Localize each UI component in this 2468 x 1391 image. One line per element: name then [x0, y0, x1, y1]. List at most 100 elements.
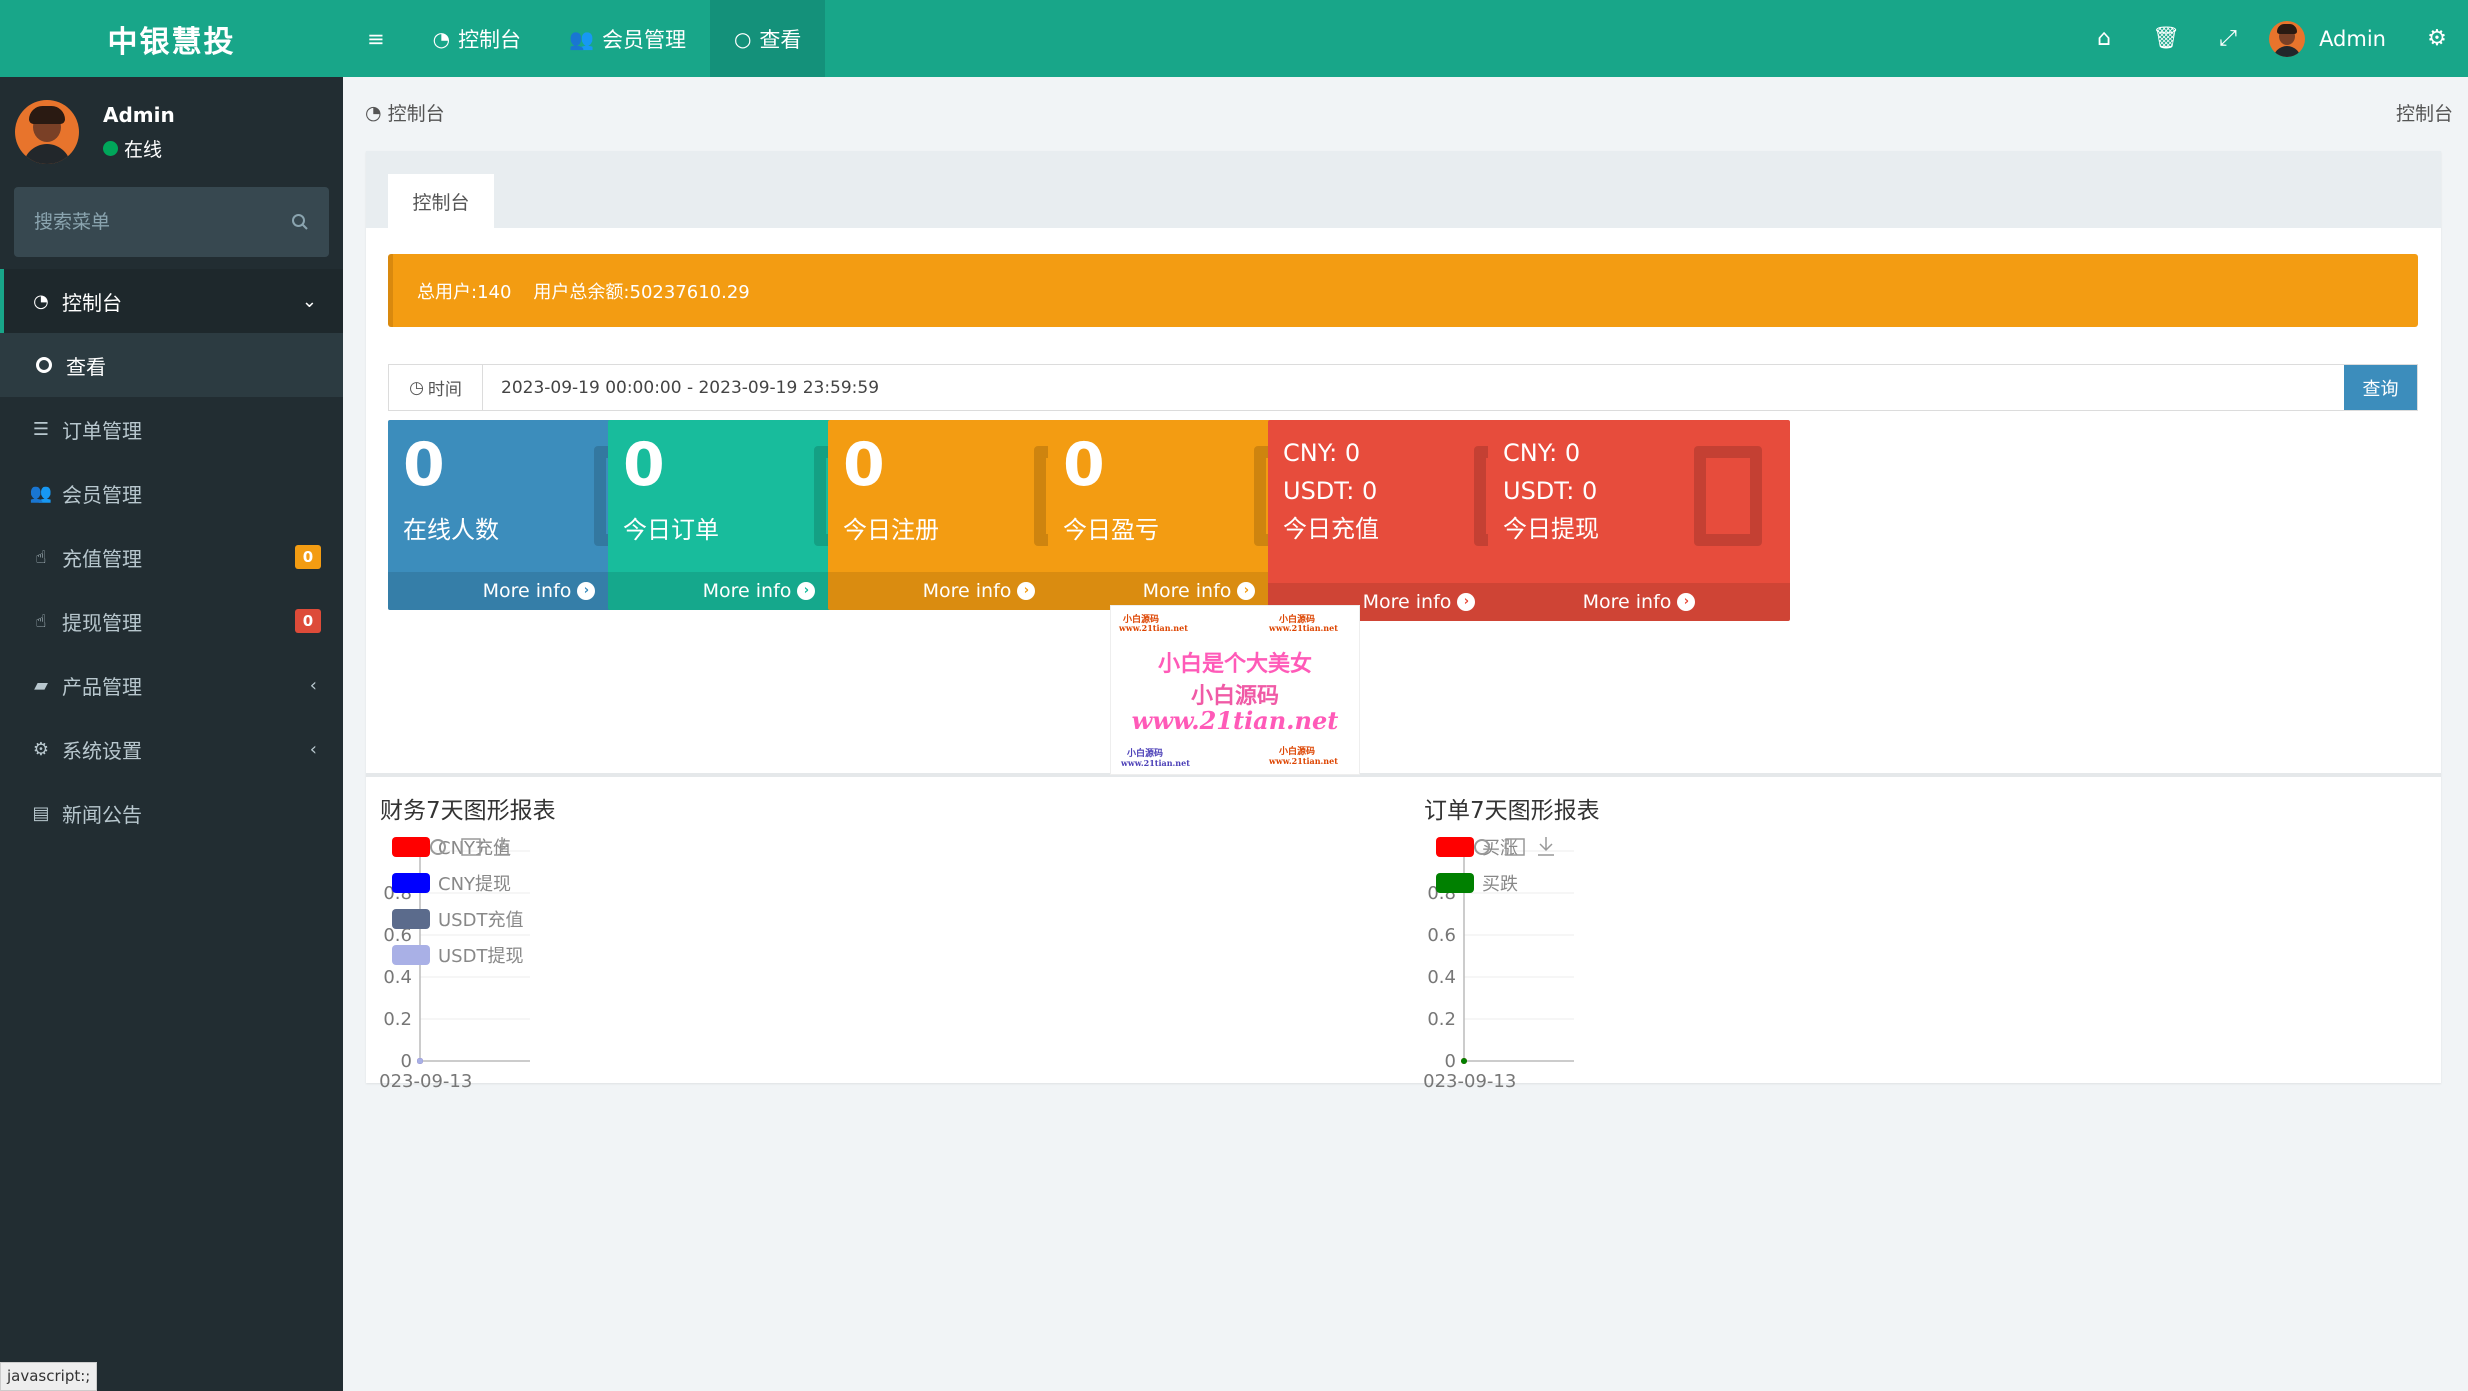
online-dot-icon: [103, 140, 118, 156]
arrow-circle-right-icon: ›: [1017, 582, 1036, 600]
legend-swatch: [392, 945, 430, 965]
trash-icon[interactable]: 🗑: [2135, 0, 2197, 77]
sidebar-item-products[interactable]: ▰ 产品管理 ‹: [0, 653, 343, 717]
section-divider: [366, 773, 2441, 777]
decor-icon: [1694, 446, 1762, 546]
stat-box-withdraw: CNY: 0 USDT: 0 今日提现 More info ›: [1488, 420, 1790, 621]
sidebar-item-settings[interactable]: ⚙ 系统设置 ‹: [0, 717, 343, 781]
arrow-circle-right-icon: ›: [577, 582, 596, 600]
user-panel: Admin 在线: [0, 77, 343, 187]
panel-tab-dashboard[interactable]: 控制台: [388, 173, 494, 229]
y-tick-label: 0.4: [383, 967, 412, 988]
sidebar-menu: ◔ 控制台 ⌄ 查看 ☰ 订单管理 👥 会员管理 ☝ 充值管理 0 ☝ 提现管理…: [0, 269, 343, 845]
sidebar-item-label: 充值管理: [62, 546, 142, 571]
sidebar-item-label: 提现管理: [62, 610, 142, 635]
sidebar-user-name: Admin: [103, 102, 175, 127]
watermark-image: 小白源码 www.21tian.net 小白源码 www.21tian.net …: [1110, 605, 1360, 775]
time-filter: ◷ 时间 查询: [388, 364, 2418, 411]
tab-members[interactable]: 👥 会员管理: [545, 0, 710, 77]
sidebar: 中银慧投 Admin 在线 ◔ 控制台 ⌄ 查看 ☰ 订单管理 👥 会员管理: [0, 0, 343, 1391]
summary-alert: 总用户:140 用户总余额:50237610.29: [388, 254, 2418, 327]
tab-view[interactable]: ○ 查看: [709, 0, 826, 77]
legend-swatch: [392, 909, 430, 929]
orders-chart-svg: 10.80.60.40.202023-09-13买涨买跌: [1424, 837, 1574, 1092]
bars-icon: ≡: [367, 26, 385, 51]
sidebar-item-news[interactable]: ▤ 新闻公告: [0, 781, 343, 845]
y-tick-label: 0.4: [1427, 967, 1456, 988]
tab-label: 控制台: [458, 27, 522, 52]
breadcrumb-right: 控制台: [2395, 103, 2453, 125]
user-status: 在线: [124, 138, 163, 161]
sidebar-item-withdraw[interactable]: ☝ 提现管理 0: [0, 589, 343, 653]
legend-swatch: [1436, 873, 1474, 893]
fullscreen-icon[interactable]: ⤢: [2197, 0, 2259, 77]
sidebar-item-dashboard[interactable]: ◔ 控制台 ⌄: [0, 269, 343, 333]
menu-search: [14, 187, 329, 257]
arrow-circle-right-icon: ›: [1457, 593, 1476, 611]
sidebar-item-orders[interactable]: ☰ 订单管理: [0, 397, 343, 461]
avatar: [2269, 20, 2306, 57]
total-balance-text: 用户总余额:50237610.29: [533, 281, 750, 303]
clock-icon: ◷: [409, 377, 424, 398]
dashboard-icon: ◔: [365, 101, 382, 124]
y-tick-label: 0.2: [383, 1009, 412, 1030]
data-point: [417, 1058, 423, 1064]
home-icon[interactable]: ⌂: [2073, 0, 2135, 77]
main-content: ◔ 控制台 控制台 控制台 总用户:140 用户总余额:50237610.29 …: [343, 77, 2453, 1391]
breadcrumb-label[interactable]: 控制台: [388, 99, 445, 126]
gears-icon[interactable]: ⚙: [2406, 0, 2468, 77]
list-icon: ☰: [32, 418, 50, 440]
dashboard-panel: 控制台 总用户:140 用户总余额:50237610.29 ◷ 时间 查询 0 …: [366, 151, 2441, 1092]
menu-search-input[interactable]: [34, 211, 254, 233]
y-tick-label: 0: [401, 1051, 412, 1072]
x-tick-label: 2023-09-13: [380, 1071, 472, 1092]
finance-chart: 财务7天图形报表 10.80.60.40.202023-09-13CNY充值CN…: [380, 791, 1080, 1101]
download-icon: [1538, 837, 1554, 856]
more-info-link[interactable]: More info ›: [1488, 583, 1790, 621]
legend-swatch: [392, 873, 430, 893]
app-logo[interactable]: 中银慧投: [0, 0, 343, 77]
legend-swatch: [392, 837, 430, 857]
query-button[interactable]: 查询: [2344, 365, 2417, 410]
sidebar-item-members[interactable]: 👥 会员管理: [0, 461, 343, 525]
user-menu[interactable]: Admin: [2259, 20, 2406, 57]
time-label-text: 时间: [427, 380, 462, 400]
breadcrumb: ◔ 控制台: [365, 99, 445, 126]
arrow-circle-right-icon: ›: [1237, 582, 1256, 600]
avatar: [15, 100, 79, 164]
hand-icon: ☝: [35, 610, 47, 632]
top-navbar: ≡ ◔ 控制台 👥 会员管理 ○ 查看 ⌂ 🗑 ⤢ Admin ⚙: [343, 0, 2468, 77]
tab-label: 会员管理: [601, 27, 686, 52]
sidebar-item-view[interactable]: 查看: [0, 333, 343, 397]
arrow-circle-right-icon: ›: [1677, 593, 1696, 611]
recharge-count-badge: 0: [295, 545, 321, 569]
sidebar-item-label: 控制台: [62, 290, 122, 315]
sidebar-item-label: 新闻公告: [62, 802, 142, 827]
legend-label: CNY提现: [438, 874, 511, 895]
total-users-text: 总用户:140: [417, 281, 512, 303]
sidebar-item-label: 查看: [66, 354, 106, 379]
orders-chart-title: 订单7天图形报表: [1424, 798, 1600, 824]
search-icon[interactable]: [291, 213, 309, 231]
chevron-left-icon: ‹: [309, 738, 317, 760]
panel-header: 控制台: [366, 151, 2441, 229]
sidebar-item-recharge[interactable]: ☝ 充值管理 0: [0, 525, 343, 589]
y-tick-label: 0.2: [1427, 1009, 1456, 1030]
topbar-user-name: Admin: [2319, 26, 2386, 51]
dashboard-icon: ◔: [432, 26, 451, 51]
sidebar-toggle-button[interactable]: ≡: [343, 0, 409, 77]
tab-dashboard[interactable]: ◔ 控制台: [409, 0, 545, 77]
date-range-input[interactable]: [483, 365, 2344, 410]
legend-swatch: [1436, 837, 1474, 857]
hand-icon: ☝: [35, 546, 47, 568]
dashboard-icon: ◔: [33, 290, 49, 312]
orders-chart: 订单7天图形报表 10.80.60.40.202023-09-13买涨买跌: [1424, 791, 2124, 1101]
users-icon: 👥: [569, 26, 594, 51]
y-tick-label: 0: [1445, 1051, 1456, 1072]
finance-chart-svg: 10.80.60.40.202023-09-13CNY充值CNY提现USDT充值…: [380, 837, 530, 1092]
gears-icon: ⚙: [32, 738, 50, 760]
legend-label: USDT提现: [438, 946, 523, 967]
legend-label: USDT充值: [438, 910, 523, 931]
tab-label: 查看: [759, 27, 802, 52]
time-filter-label: ◷ 时间: [389, 365, 483, 410]
